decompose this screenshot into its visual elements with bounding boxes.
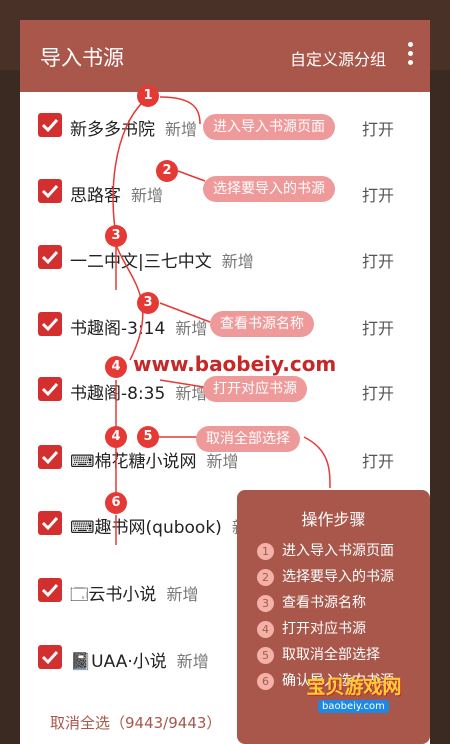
open-button[interactable]: 打开: [362, 315, 394, 339]
checkbox-checked[interactable]: [38, 179, 62, 203]
source-name: 书趣阁-8:35 新增: [70, 384, 208, 404]
annotation-pill: 取消全部选择: [196, 426, 300, 452]
step-item: 4 打开对应书源: [257, 618, 366, 638]
new-tag: 新增: [131, 186, 164, 205]
source-name: 新多多书院 新增: [70, 120, 198, 140]
step-item: 3 查看书源名称: [257, 592, 366, 612]
checkbox-checked[interactable]: [38, 113, 62, 137]
source-name: 📓UAA·小说 新增: [70, 652, 209, 672]
new-tag: 新增: [221, 252, 254, 271]
step-number-badge: 5: [137, 426, 159, 448]
checkbox-checked[interactable]: [38, 245, 62, 269]
logo-text: 宝贝游戏网: [306, 676, 402, 698]
steps-title: 操作步骤: [301, 510, 366, 529]
step-number-badge: 2: [156, 160, 178, 182]
annotation-pill: 查看书源名称: [210, 311, 314, 337]
annotation-pill: 进入导入书源页面: [203, 114, 335, 140]
open-button[interactable]: 打开: [362, 248, 394, 272]
open-button[interactable]: 打开: [362, 448, 394, 472]
step-number-badge: 3: [105, 225, 127, 247]
checkbox-checked[interactable]: [38, 511, 62, 535]
checkbox-checked[interactable]: [38, 578, 62, 602]
deselect-all-button[interactable]: 取消全选（9443/9443）: [50, 712, 221, 733]
source-row[interactable]: 一二中文|三七中文 新增 打开: [20, 228, 430, 288]
logo-url: baobeiy.com: [318, 700, 389, 713]
new-tag: 新增: [175, 319, 208, 338]
watermark-url: www.baobeiy.com: [133, 352, 337, 376]
checkbox-checked[interactable]: [38, 312, 62, 336]
step-number-badge: 1: [137, 85, 159, 107]
annotation-pill: 选择要导入的书源: [203, 176, 335, 202]
step-number-badge: 6: [105, 492, 127, 514]
step-number-badge: 4: [105, 426, 127, 448]
checkbox-checked[interactable]: [38, 377, 62, 401]
open-button[interactable]: 打开: [362, 380, 394, 404]
step-number-badge: 4: [105, 356, 127, 378]
step-item: 2 选择要导入的书源: [257, 566, 394, 586]
source-name: 🗔云书小说 新增: [70, 585, 199, 605]
dialog-title: 导入书源: [40, 46, 124, 70]
dialog-header: 导入书源 自定义源分组: [20, 20, 430, 92]
source-name: 一二中文|三七中文 新增: [70, 252, 254, 272]
new-tag: 新增: [206, 452, 239, 471]
open-button[interactable]: 打开: [362, 116, 394, 140]
new-tag: 新增: [176, 652, 209, 671]
source-name: 书趣阁-3:14 新增: [70, 319, 208, 339]
annotation-pill: 打开对应书源: [203, 376, 307, 402]
step-number-badge: 3: [137, 292, 159, 314]
open-button[interactable]: 打开: [362, 182, 394, 206]
step-item: 1 进入导入书源页面: [257, 540, 394, 560]
site-logo: 宝贝游戏网 baobeiy.com: [288, 660, 420, 720]
custom-group-button[interactable]: 自定义源分组: [290, 46, 386, 70]
checkbox-checked[interactable]: [38, 445, 62, 469]
source-name: 思路客 新增: [70, 186, 164, 206]
more-options-icon[interactable]: [406, 42, 414, 66]
new-tag: 新增: [165, 120, 198, 139]
checkbox-checked[interactable]: [38, 645, 62, 669]
new-tag: 新增: [166, 585, 199, 604]
source-name: ⌨趣书网(qubook)新增: [70, 513, 264, 538]
